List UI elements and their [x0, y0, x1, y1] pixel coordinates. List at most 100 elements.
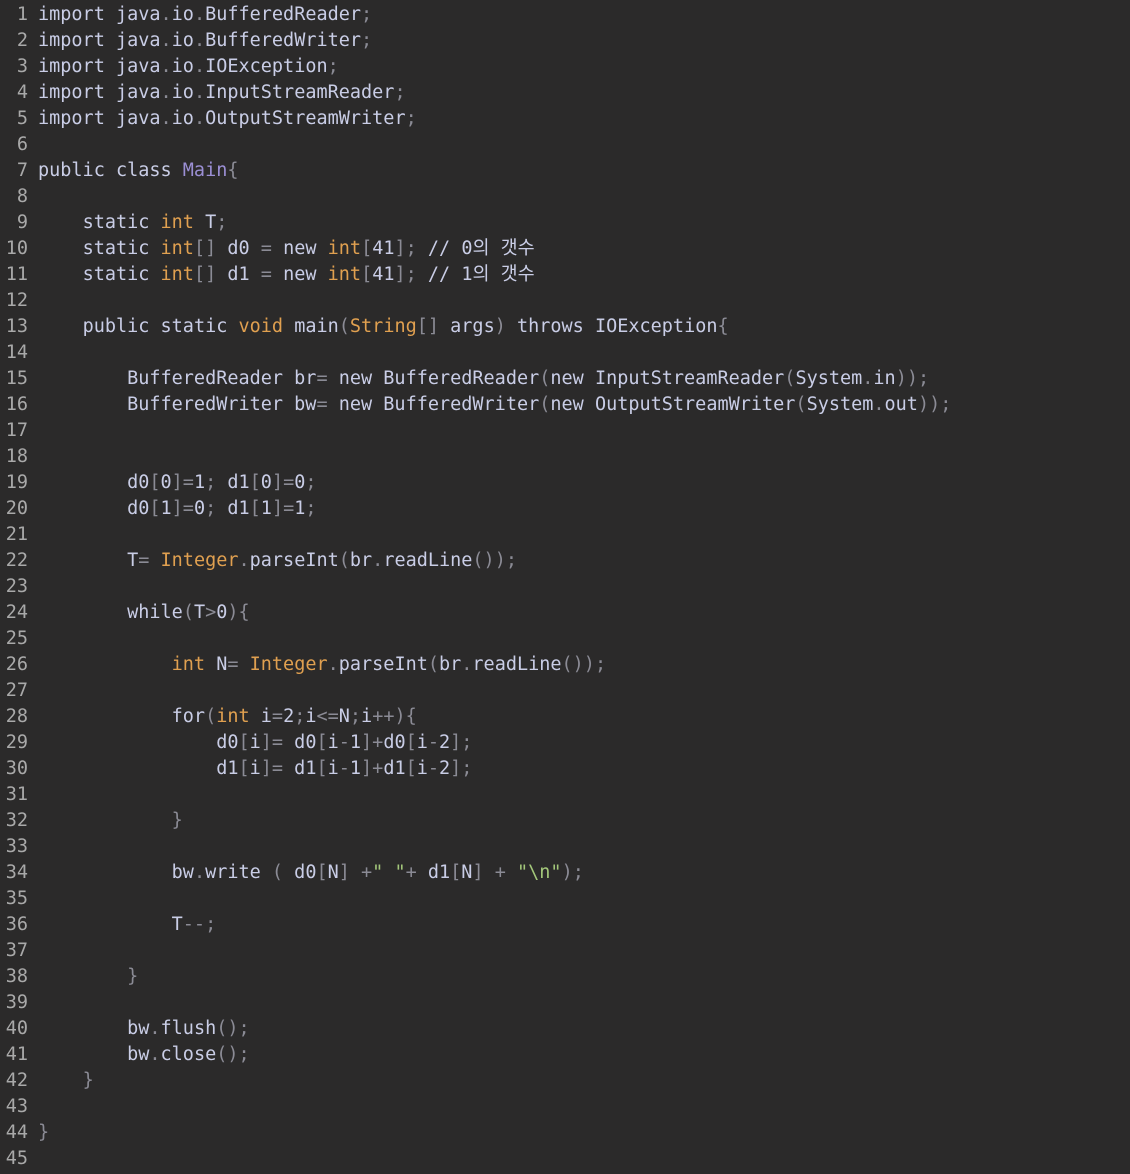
code-line[interactable]: 3 import java.io.IOException;	[0, 54, 1130, 80]
line-number: 12	[5, 290, 28, 311]
code-line[interactable]: 11 static int[] d1 = new int[41]; // 1의 …	[0, 262, 1130, 288]
code-token: OutputStreamWriter	[594, 394, 796, 415]
code-token: 0	[294, 472, 306, 493]
code-text: d0[i]= d0[i-1]+d0[i-2];	[28, 730, 472, 756]
code-token: ;	[361, 30, 373, 51]
code-line[interactable]: 15 BufferedReader br= new BufferedReader…	[0, 366, 1130, 392]
code-line[interactable]: 18	[0, 444, 1130, 470]
code-token: .	[149, 1018, 161, 1039]
code-token: 1	[349, 758, 362, 779]
code-line[interactable]: 43	[0, 1094, 1130, 1120]
code-line[interactable]: 45	[0, 1146, 1130, 1172]
code-line[interactable]: 24 while(T>0){	[0, 600, 1130, 626]
code-line[interactable]: 27	[0, 678, 1130, 704]
code-token: =	[138, 550, 150, 571]
code-line[interactable]: 35	[0, 886, 1130, 912]
code-line[interactable]: 39	[0, 990, 1130, 1016]
code-line[interactable]: 40 bw.flush();	[0, 1016, 1130, 1042]
code-token: InputStreamReader	[594, 368, 785, 389]
code-line[interactable]: 23	[0, 574, 1130, 600]
code-line[interactable]: 31	[0, 782, 1130, 808]
code-line[interactable]: 20 d0[1]=0; d1[1]=1;	[0, 496, 1130, 522]
code-token: import	[38, 30, 116, 51]
code-line[interactable]: 1 import java.io.BufferedReader;	[0, 2, 1130, 28]
code-line[interactable]: 12	[0, 288, 1130, 314]
code-line[interactable]: 26 int N= Integer.parseInt(br.readLine()…	[0, 652, 1130, 678]
code-line[interactable]: 5 import java.io.OutputStreamWriter;	[0, 106, 1130, 132]
code-token: .	[873, 394, 885, 415]
code-line[interactable]: 19 d0[0]=1; d1[0]=0;	[0, 470, 1130, 496]
code-line[interactable]: 17	[0, 418, 1130, 444]
code-line[interactable]: 10 static int[] d0 = new int[41]; // 0의 …	[0, 236, 1130, 262]
code-text: for(int i=2;i<=N;i++){	[28, 704, 417, 730]
code-token: int	[160, 238, 194, 259]
code-line[interactable]: 9 static int T;	[0, 210, 1130, 236]
code-token: main	[283, 316, 339, 337]
code-line[interactable]: 21	[0, 522, 1130, 548]
code-token: BufferedWriter bw	[38, 394, 317, 415]
code-line[interactable]: 16 BufferedWriter bw= new BufferedWriter…	[0, 392, 1130, 418]
code-token: .	[327, 654, 339, 675]
code-line[interactable]: 8	[0, 184, 1130, 210]
line-number: 45	[5, 1148, 28, 1169]
line-number: 33	[5, 836, 28, 857]
code-line[interactable]: 4 import java.io.InputStreamReader;	[0, 80, 1130, 106]
code-token: ;	[305, 498, 317, 519]
code-token: T	[193, 212, 217, 233]
code-token: +	[494, 862, 506, 883]
code-token: i	[305, 706, 317, 727]
line-number: 40	[5, 1018, 28, 1039]
code-line[interactable]: 41 bw.close();	[0, 1042, 1130, 1068]
code-line[interactable]: 38 }	[0, 964, 1130, 990]
code-line[interactable]: 25	[0, 626, 1130, 652]
code-line[interactable]: 36 T--;	[0, 912, 1130, 938]
code-line[interactable]: 14	[0, 340, 1130, 366]
code-token: readLine	[383, 550, 473, 571]
code-line[interactable]: 42 }	[0, 1068, 1130, 1094]
code-line[interactable]: 6	[0, 132, 1130, 158]
code-token: i	[327, 732, 339, 753]
code-line[interactable]: 7 public class Main{	[0, 158, 1130, 184]
code-text: import java.io.OutputStreamWriter;	[28, 106, 417, 132]
code-text: static int T;	[28, 210, 228, 236]
code-token: [	[238, 758, 250, 779]
code-token: ];	[450, 732, 473, 753]
code-token: d0	[38, 732, 239, 753]
code-token: d1	[383, 758, 406, 779]
code-token: ;	[205, 498, 217, 519]
code-token: ;	[216, 212, 228, 233]
code-token: =	[227, 654, 239, 675]
code-token: ]+	[361, 732, 384, 753]
code-line[interactable]: 2 import java.io.BufferedWriter;	[0, 28, 1130, 54]
code-line[interactable]: 44}	[0, 1120, 1130, 1146]
code-line[interactable]: 29 d0[i]= d0[i-1]+d0[i-2];	[0, 730, 1130, 756]
code-token: import	[38, 82, 116, 103]
code-token: public static	[82, 316, 239, 337]
code-token: [	[316, 732, 328, 753]
line-number: 17	[5, 420, 28, 441]
code-line[interactable]: 28 for(int i=2;i<=N;i++){	[0, 704, 1130, 730]
code-line[interactable]: 33	[0, 834, 1130, 860]
code-token: br	[349, 550, 373, 571]
code-token: .	[160, 108, 172, 129]
code-line[interactable]: 22 T= Integer.parseInt(br.readLine());	[0, 548, 1130, 574]
code-line[interactable]: 37	[0, 938, 1130, 964]
code-token: "\n"	[517, 862, 562, 883]
code-line[interactable]: 32 }	[0, 808, 1130, 834]
code-text: bw.close();	[28, 1042, 250, 1068]
code-token: }	[82, 1070, 94, 1091]
code-line[interactable]: 13 public static void main(String[] args…	[0, 314, 1130, 340]
code-token: ]=	[171, 472, 194, 493]
code-token: java	[115, 82, 161, 103]
code-token: d1	[216, 264, 261, 285]
code-text: static int[] d1 = new int[41]; // 1의 갯수	[28, 262, 535, 288]
line-number: 26	[5, 654, 28, 675]
code-token: readLine	[472, 654, 562, 675]
code-editor[interactable]: 1 import java.io.BufferedReader; 2 import j…	[0, 2, 1130, 1172]
code-line[interactable]: 34 bw.write ( d0[N] +" "+ d1[N] + "\n");	[0, 860, 1130, 886]
code-token: (	[205, 706, 217, 727]
code-line[interactable]: 30 d1[i]= d1[i-1]+d1[i-2];	[0, 756, 1130, 782]
